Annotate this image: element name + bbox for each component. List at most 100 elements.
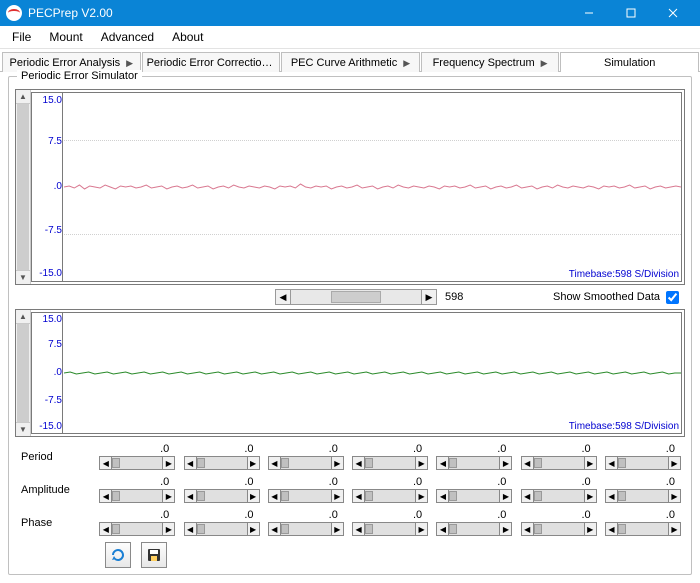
hscroll-row: ◀ ▶ 598 Show Smoothed Data (15, 289, 685, 305)
period-val-0: .0 (160, 443, 169, 455)
plot2-tick-4: -15.0 (32, 421, 62, 432)
amplitude-val-1: .0 (244, 476, 253, 488)
plot-smoothed: ▲ ▼ 15.0 7.5 .0 -7.5 -15.0 Timebase:598 … (15, 309, 685, 437)
plot2-tick-0: 15.0 (32, 314, 62, 325)
phase-spin-4[interactable]: ◀▶ (436, 522, 512, 536)
scroll-thumb[interactable] (17, 104, 29, 270)
period-spin-2[interactable]: ◀▶ (268, 456, 344, 470)
label-period: Period (15, 451, 95, 463)
amplitude-spin-2[interactable]: ◀▶ (268, 489, 344, 503)
row-amplitude: Amplitude .0◀▶ .0◀▶ .0◀▶ .0◀▶ .0◀▶ .0◀▶ … (15, 476, 685, 503)
scroll-up-icon[interactable]: ▲ (16, 90, 30, 104)
period-spin-4[interactable]: ◀▶ (436, 456, 512, 470)
tab-simulation[interactable]: Simulation (560, 52, 699, 72)
tab-frequency-spectrum[interactable]: Frequency Spectrum▶ (421, 52, 560, 72)
amplitude-spin-6[interactable]: ◀▶ (605, 489, 681, 503)
plot2-tick-1: 7.5 (32, 339, 62, 350)
chevron-right-icon: ▶ (274, 58, 281, 68)
plot1-trace (64, 93, 681, 281)
period-spin-5[interactable]: ◀▶ (521, 456, 597, 470)
menu-mount[interactable]: Mount (41, 28, 90, 46)
menu-bar: File Mount Advanced About (0, 26, 700, 49)
refresh-button[interactable] (105, 542, 131, 568)
phase-val-4: .0 (497, 509, 506, 521)
scroll-thumb[interactable] (17, 324, 29, 422)
tab-periodic-error-analysis[interactable]: Periodic Error Analysis▶ (2, 52, 141, 72)
close-button[interactable] (652, 0, 694, 26)
plot1-timebase: Timebase:598 S/Division (569, 269, 679, 280)
params-grid: Period .0◀▶ .0◀▶ .0◀▶ .0◀▶ .0◀▶ .0◀▶ .0◀… (15, 443, 685, 536)
toolbar (105, 542, 685, 568)
maximize-button[interactable] (610, 0, 652, 26)
menu-file[interactable]: File (4, 28, 39, 46)
scroll-right-icon[interactable]: ▶ (421, 289, 437, 305)
simulator-groupbox: Periodic Error Simulator ▲ ▼ 15.0 7.5 .0… (8, 76, 692, 575)
phase-spin-0[interactable]: ◀▶ (99, 522, 175, 536)
row-phase: Phase .0◀▶ .0◀▶ .0◀▶ .0◀▶ .0◀▶ .0◀▶ .0◀▶ (15, 509, 685, 536)
plot1-tick-4: -15.0 (32, 268, 62, 279)
chevron-right-icon: ▶ (126, 58, 133, 68)
amplitude-spin-4[interactable]: ◀▶ (436, 489, 512, 503)
amplitude-val-4: .0 (497, 476, 506, 488)
groupbox-legend: Periodic Error Simulator (17, 70, 142, 82)
refresh-icon (110, 547, 126, 563)
period-val-3: .0 (413, 443, 422, 455)
period-spin-6[interactable]: ◀▶ (605, 456, 681, 470)
plot1-tick-3: -7.5 (32, 225, 62, 236)
plot2-vscroll[interactable]: ▲ ▼ (16, 310, 31, 436)
save-button[interactable] (141, 542, 167, 568)
scroll-down-icon[interactable]: ▼ (16, 422, 30, 436)
smooth-checkbox[interactable] (666, 291, 679, 304)
menu-advanced[interactable]: Advanced (93, 28, 162, 46)
plot1-tick-2: .0 (32, 181, 62, 192)
plot1-area: 15.0 7.5 .0 -7.5 -15.0 Timebase:598 S/Di… (31, 92, 682, 282)
period-val-2: .0 (329, 443, 338, 455)
menu-about[interactable]: About (164, 28, 211, 46)
minimize-button[interactable] (568, 0, 610, 26)
period-spin-3[interactable]: ◀▶ (352, 456, 428, 470)
period-spin-1[interactable]: ◀▶ (184, 456, 260, 470)
plot1-tick-1: 7.5 (32, 136, 62, 147)
phase-val-2: .0 (329, 509, 338, 521)
row-period: Period .0◀▶ .0◀▶ .0◀▶ .0◀▶ .0◀▶ .0◀▶ .0◀… (15, 443, 685, 470)
period-val-4: .0 (497, 443, 506, 455)
label-amplitude: Amplitude (15, 484, 95, 496)
phase-spin-6[interactable]: ◀▶ (605, 522, 681, 536)
period-val-5: .0 (582, 443, 591, 455)
scroll-left-icon[interactable]: ◀ (275, 289, 291, 305)
scroll-up-icon[interactable]: ▲ (16, 310, 30, 324)
amplitude-spin-5[interactable]: ◀▶ (521, 489, 597, 503)
phase-spin-2[interactable]: ◀▶ (268, 522, 344, 536)
hscroll-thumb[interactable] (331, 291, 381, 303)
hscroll-track[interactable] (291, 289, 421, 305)
plot-hscroll[interactable]: ◀ ▶ (275, 289, 437, 305)
amplitude-val-3: .0 (413, 476, 422, 488)
hscroll-value: 598 (445, 291, 463, 303)
plot2-timebase: Timebase:598 S/Division (569, 421, 679, 432)
amplitude-val-0: .0 (160, 476, 169, 488)
period-val-6: .0 (666, 443, 675, 455)
phase-spin-3[interactable]: ◀▶ (352, 522, 428, 536)
chevron-right-icon: ▶ (403, 58, 410, 68)
phase-spin-5[interactable]: ◀▶ (521, 522, 597, 536)
amplitude-spin-1[interactable]: ◀▶ (184, 489, 260, 503)
app-icon (6, 5, 22, 21)
amplitude-spin-3[interactable]: ◀▶ (352, 489, 428, 503)
plot1-tick-0: 15.0 (32, 95, 62, 106)
save-icon (146, 547, 162, 563)
amplitude-spin-0[interactable]: ◀▶ (99, 489, 175, 503)
amplitude-val-2: .0 (329, 476, 338, 488)
tab-pec-curve-arithmetic[interactable]: PEC Curve Arithmetic▶ (281, 52, 420, 72)
tab-strip: Periodic Error Analysis▶ Periodic Error … (0, 51, 700, 72)
plot-raw: ▲ ▼ 15.0 7.5 .0 -7.5 -15.0 Timebase:598 … (15, 89, 685, 285)
window-title: PECPrep V2.00 (28, 6, 568, 20)
phase-spin-1[interactable]: ◀▶ (184, 522, 260, 536)
plot1-vscroll[interactable]: ▲ ▼ (16, 90, 31, 284)
plot2-yaxis (62, 313, 63, 433)
period-spin-0[interactable]: ◀▶ (99, 456, 175, 470)
smooth-label: Show Smoothed Data (553, 291, 660, 303)
tab-periodic-error-correction[interactable]: Periodic Error Correction▶ (142, 52, 281, 72)
chevron-right-icon: ▶ (541, 58, 548, 68)
phase-val-0: .0 (160, 509, 169, 521)
scroll-down-icon[interactable]: ▼ (16, 270, 30, 284)
